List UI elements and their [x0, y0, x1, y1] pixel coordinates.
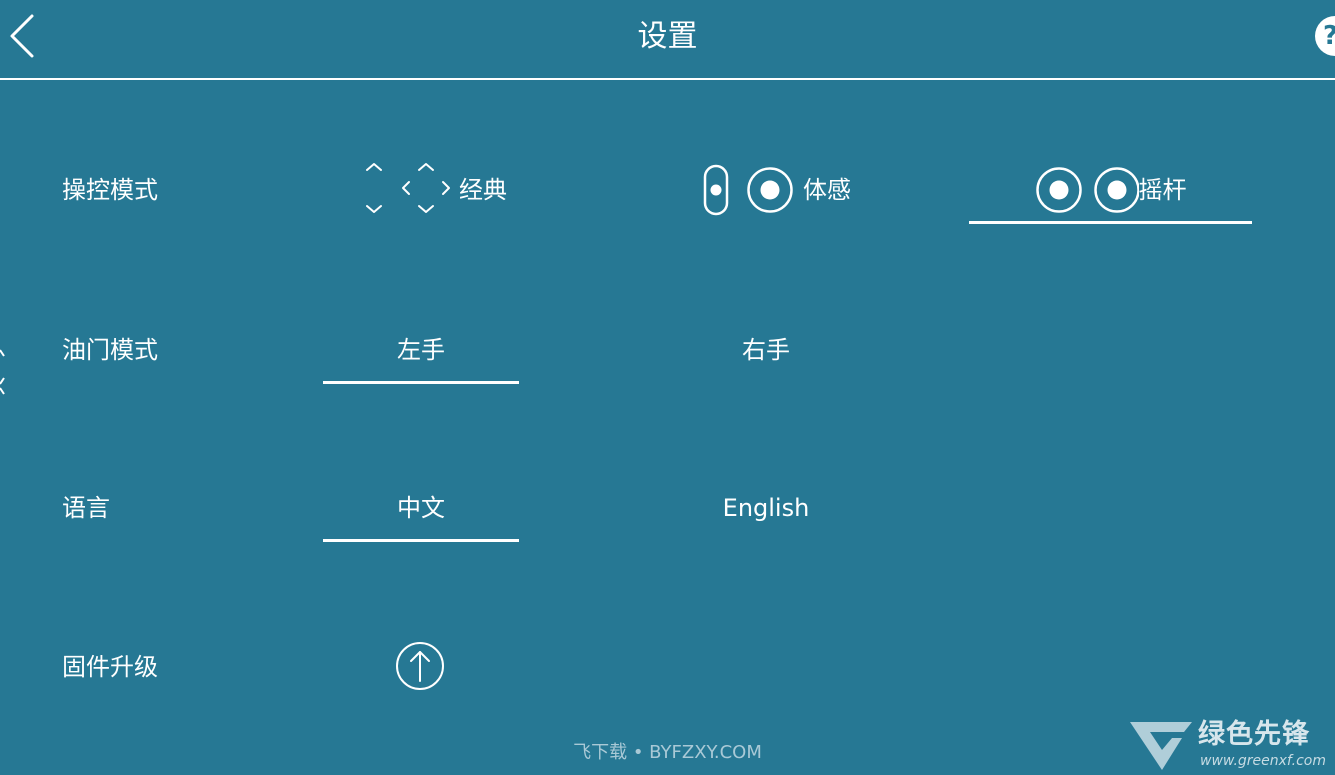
brand-name: 绿色先锋: [1198, 719, 1310, 750]
header-bar: 设置 ?: [0, 0, 1335, 80]
control-mode-joystick-label: 摇杆: [1138, 176, 1187, 204]
throttle-mode-selected-indicator: [323, 381, 519, 384]
settings-screen: 设置 ? 操控模式 经典: [0, 0, 1335, 775]
throttle-right-hand-label: 右手: [742, 336, 790, 364]
control-mode-selected-indicator: [969, 221, 1252, 224]
language-selected-indicator: [323, 539, 519, 542]
firmware-upgrade-label: 固件升级: [62, 653, 158, 681]
control-mode-joystick-option[interactable]: 摇杆: [969, 160, 1252, 220]
firmware-upgrade-button[interactable]: [394, 640, 446, 692]
phone-tilt-icon: [703, 164, 793, 216]
control-mode-classic-option[interactable]: 经典: [340, 160, 520, 220]
help-icon: ?: [1323, 21, 1335, 51]
language-label: 语言: [62, 494, 110, 522]
upload-arrow-icon: [396, 642, 444, 690]
brand-watermark: 绿色先锋 www.greenxf.com: [1128, 718, 1328, 772]
control-mode-classic-label: 经典: [459, 176, 507, 204]
throttle-left-hand-label: 左手: [397, 336, 445, 364]
throttle-right-hand-option[interactable]: 右手: [668, 322, 864, 378]
control-mode-label: 操控模式: [62, 176, 158, 204]
control-mode-motion-option[interactable]: 体感: [690, 160, 860, 220]
language-chinese-label: 中文: [397, 494, 445, 522]
brand-url: www.greenxf.com: [1200, 753, 1326, 769]
throttle-mode-label: 油门模式: [62, 336, 158, 364]
language-english-label: English: [722, 494, 810, 522]
language-chinese-option[interactable]: 中文: [323, 480, 519, 536]
dpad-icon: [366, 163, 450, 213]
brand-logo-icon: [1130, 722, 1192, 770]
edge-marks: [0, 349, 5, 395]
dual-joystick-icon: [1035, 167, 1139, 213]
throttle-left-hand-option[interactable]: 左手: [323, 322, 519, 378]
control-mode-motion-label: 体感: [803, 176, 851, 204]
page-title: 设置: [637, 19, 698, 54]
language-english-option[interactable]: English: [668, 480, 864, 536]
header-divider: [0, 78, 1335, 80]
